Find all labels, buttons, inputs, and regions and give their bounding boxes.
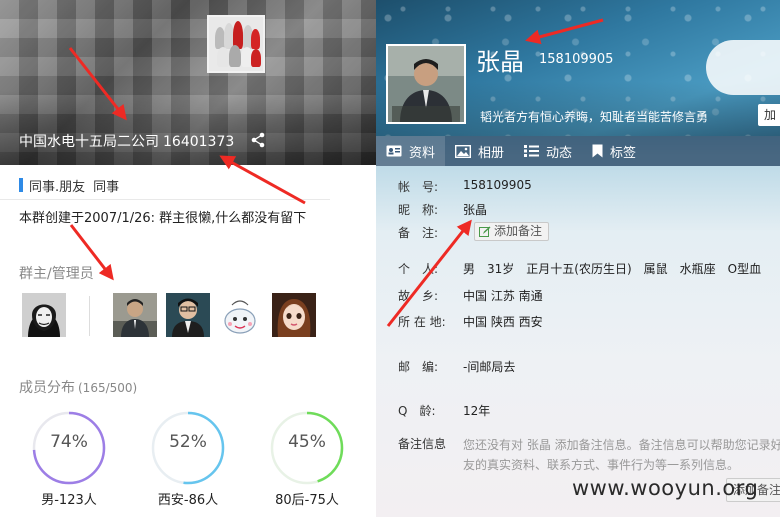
id-card-icon (386, 145, 402, 157)
info-label: 备 注: (398, 226, 439, 240)
add-remark-button[interactable]: 添加备注 (474, 222, 550, 241)
profile-uin: 158109905 (539, 52, 614, 67)
admin-avatar[interactable] (113, 293, 157, 337)
person-photo-icon (166, 293, 210, 337)
members-count: (165/500) (78, 381, 138, 395)
group-number: 16401373 (163, 134, 235, 150)
profile-avatar[interactable] (386, 44, 466, 124)
info-label: 故 乡: (398, 289, 439, 303)
info-value: 男 31岁 正月十五(农历生日) 属鼠 水瓶座 O型血 (463, 262, 762, 276)
bookmark-icon (592, 144, 603, 158)
members-title-text: 成员分布 (19, 380, 75, 396)
info-label: 个 人: (398, 262, 439, 276)
add-friend-button[interactable]: 加 (758, 104, 780, 126)
remark-info-description: 您还没有对 张晶 添加备注信息。备注信息可以帮助您记录好友的真实资料、联系方式、… (463, 438, 780, 472)
group-description: 本群创建于2007/1/26: 群主很懒,什么都没有留下 (19, 211, 307, 226)
remark-info-label: 备注信息 (398, 437, 447, 451)
group-header-banner: 中国水电十五局二公司 16401373 (0, 0, 376, 165)
info-label: Q 龄: (398, 404, 436, 418)
photo-icon (455, 144, 472, 158)
stat-caption: 西安-86人 (157, 493, 219, 508)
info-label: 所 在 地: (398, 315, 446, 329)
divider (0, 199, 330, 200)
admins-title: 群主/管理员 (19, 266, 94, 282)
admin-avatar[interactable] (166, 293, 210, 337)
add-remark-label: 添加备注 (494, 224, 543, 238)
edit-icon (479, 226, 491, 237)
cartoon-girl-icon (272, 293, 316, 337)
tab-tags[interactable]: 标签 (582, 136, 646, 166)
group-tag[interactable]: 同事 (93, 176, 119, 195)
tab-feed[interactable]: 动态 (514, 136, 582, 166)
info-label: 邮 编: (398, 360, 439, 374)
cartoon-face-icon (218, 293, 262, 337)
profile-tabs: 资料 相册 动态 标签 (376, 136, 780, 166)
stat-caption: 80后-75人 (275, 493, 339, 508)
admin-avatar[interactable] (22, 293, 66, 337)
group-avatar[interactable] (207, 15, 265, 73)
heart-decoration (706, 40, 780, 95)
admin-separator (89, 296, 90, 336)
group-info-panel: 中国水电十五局二公司 16401373 同事.朋友 同事 本群创建于2007/1/… (0, 0, 376, 517)
group-tag[interactable]: 同事.朋友 (29, 176, 85, 195)
profile-nickname: 张晶 (476, 48, 524, 76)
list-icon (524, 145, 540, 157)
admin-avatar[interactable] (272, 293, 316, 337)
watermark: www.wooyun.org (572, 476, 759, 500)
stat-caption: 男-123人 (41, 493, 97, 508)
masked-face-icon (22, 293, 66, 337)
info-value: 158109905 (463, 178, 532, 192)
info-value: 中国 陕西 西安 (463, 315, 543, 329)
profile-signature: 韬光者方有恒心养晦，知耻者当能苦修言勇 (480, 110, 709, 124)
share-icon[interactable] (250, 132, 266, 148)
members-title: 成员分布 (165/500) (19, 377, 137, 397)
tab-label: 动态 (546, 145, 573, 161)
tab-label: 资料 (409, 145, 436, 161)
group-name-text: 中国水电十五局二公司 (19, 134, 159, 150)
tab-album[interactable]: 相册 (445, 136, 514, 166)
profile-card: 张晶 158109905 韬光者方有恒心养晦，知耻者当能苦修言勇 加 资料 相册 (376, 0, 780, 517)
person-photo-icon (388, 46, 464, 122)
info-value: -间邮局去 (463, 360, 516, 374)
person-photo-icon (113, 293, 157, 337)
tab-label: 相册 (478, 145, 505, 161)
group-name: 中国水电十五局二公司 16401373 (19, 131, 238, 151)
group-tags: 同事.朋友 同事 (19, 176, 127, 195)
info-label: 昵 称: (398, 203, 439, 217)
info-value: 中国 江苏 南通 (463, 289, 543, 303)
info-value: 张晶 (463, 203, 488, 217)
stat-percent: 74% (50, 432, 88, 452)
tab-profile[interactable]: 资料 (376, 136, 446, 166)
info-label: 帐 号: (398, 180, 439, 194)
tag-accent-bar (19, 178, 23, 192)
stat-percent: 52% (169, 432, 207, 452)
stat-percent: 45% (288, 432, 326, 452)
admin-avatar[interactable] (218, 293, 262, 337)
info-value: 12年 (463, 404, 491, 418)
tab-label: 标签 (610, 145, 637, 161)
